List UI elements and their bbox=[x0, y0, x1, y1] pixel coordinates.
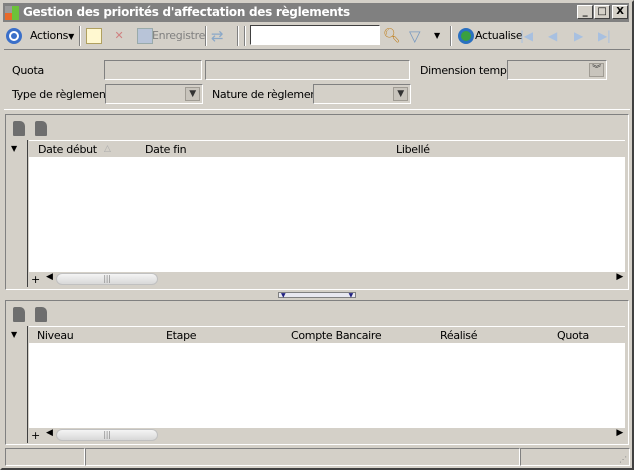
chevron-down-icon[interactable]: ▼ bbox=[185, 87, 200, 101]
splitter-handle[interactable]: ▼ ▼ bbox=[278, 292, 356, 299]
column-header-compte-bancaire[interactable]: Compte Bancaire bbox=[291, 327, 382, 344]
dimension-temps-select[interactable]: ︾ bbox=[507, 60, 607, 80]
sort-ascending-icon: △ bbox=[104, 144, 111, 154]
toolbar-separator bbox=[79, 26, 81, 46]
type-reglement-label: Type de règlement bbox=[12, 88, 110, 101]
first-record-icon[interactable]: |◀ bbox=[520, 28, 536, 44]
delete-row-icon[interactable] bbox=[35, 121, 47, 136]
sync-icon[interactable]: ⇄ bbox=[211, 28, 227, 44]
add-row-button[interactable]: + bbox=[31, 273, 40, 286]
save-icon[interactable] bbox=[137, 28, 153, 44]
maximize-button[interactable]: □ bbox=[594, 5, 610, 19]
delete-icon[interactable]: ✕ bbox=[111, 28, 127, 44]
column-header-date-debut[interactable]: Date début bbox=[38, 141, 97, 158]
actions-icon bbox=[6, 28, 22, 44]
actions-label: Actions bbox=[30, 29, 69, 42]
dates-grid-header: Date début △ Date fin Libellé bbox=[29, 140, 625, 157]
scroll-left-icon[interactable]: ◀ bbox=[46, 428, 53, 438]
column-header-niveau[interactable]: Niveau bbox=[37, 327, 74, 344]
new-icon[interactable] bbox=[86, 28, 102, 44]
search-input[interactable] bbox=[250, 25, 380, 45]
refresh-button[interactable]: Actualise bbox=[475, 24, 523, 48]
horizontal-scrollbar[interactable]: ◀ ||| ▶ bbox=[44, 428, 625, 443]
actions-menu-button[interactable]: Actions▼ bbox=[30, 24, 74, 48]
row-selector-column bbox=[8, 140, 28, 287]
toolbar-separator bbox=[237, 26, 239, 46]
scrollbar-thumb[interactable]: ||| bbox=[56, 273, 158, 285]
dates-grid-body[interactable] bbox=[29, 157, 625, 272]
column-header-realise[interactable]: Réalisé bbox=[440, 327, 477, 344]
edit-row-icon[interactable] bbox=[35, 307, 47, 322]
toolbar-separator bbox=[205, 26, 207, 46]
filter-icon[interactable]: ▽ bbox=[409, 28, 425, 44]
status-section-3 bbox=[520, 448, 630, 466]
collapse-down-icon: ▼ bbox=[348, 292, 354, 299]
column-chooser-icon[interactable]: ▼ bbox=[11, 326, 17, 343]
new-row-icon[interactable] bbox=[13, 121, 25, 136]
new-row-icon[interactable] bbox=[13, 307, 25, 322]
scroll-right-icon[interactable]: ▶ bbox=[616, 272, 623, 282]
chevron-down-icon[interactable]: ▼ bbox=[393, 87, 408, 101]
nature-reglement-select[interactable]: ▼ bbox=[313, 84, 411, 104]
levels-grid-body[interactable] bbox=[29, 343, 625, 428]
scroll-right-icon[interactable]: ▶ bbox=[616, 428, 623, 438]
levels-grid-header: Niveau Etape Compte Bancaire Réalisé Quo… bbox=[29, 326, 625, 343]
filter-dropdown-icon[interactable]: ▼ bbox=[434, 28, 450, 44]
toolbar-separator bbox=[450, 26, 452, 46]
add-row-button[interactable]: + bbox=[31, 429, 40, 442]
window-title: Gestion des priorités d'affectation des … bbox=[23, 5, 350, 19]
close-button[interactable]: X bbox=[612, 5, 628, 19]
horizontal-scrollbar[interactable]: ◀ ||| ▶ bbox=[44, 272, 625, 287]
last-record-icon[interactable]: ▶| bbox=[598, 28, 614, 44]
status-section-2 bbox=[85, 448, 520, 466]
column-header-etape[interactable]: Etape bbox=[166, 327, 197, 344]
next-record-icon[interactable]: ▶ bbox=[574, 28, 590, 44]
app-logo-icon bbox=[5, 6, 19, 20]
status-section-1 bbox=[5, 448, 85, 466]
column-header-quota[interactable]: Quota bbox=[557, 327, 589, 344]
quota-code-field[interactable] bbox=[104, 60, 202, 80]
double-chevron-down-icon[interactable]: ︾ bbox=[589, 63, 604, 77]
dropdown-arrow-icon: ▼ bbox=[68, 32, 74, 41]
nature-reglement-label: Nature de règlement bbox=[212, 88, 321, 101]
dimension-temps-label: Dimension temps bbox=[420, 64, 512, 77]
refresh-icon bbox=[458, 28, 474, 44]
quota-name-field[interactable] bbox=[205, 60, 410, 80]
column-chooser-icon[interactable]: ▼ bbox=[11, 140, 17, 157]
row-selector-column bbox=[8, 326, 28, 443]
quota-label: Quota bbox=[12, 64, 44, 77]
type-reglement-select[interactable]: ▼ bbox=[105, 84, 203, 104]
previous-record-icon[interactable]: ◀ bbox=[548, 28, 564, 44]
title-bar: Gestion des priorités d'affectation des … bbox=[3, 3, 629, 22]
search-icon[interactable]: 🔍︎ bbox=[383, 28, 401, 44]
resize-grip-icon[interactable]: ⋰ bbox=[619, 455, 627, 464]
save-button[interactable]: Enregistre bbox=[152, 24, 205, 48]
column-header-date-fin[interactable]: Date fin bbox=[145, 141, 187, 158]
minimize-button[interactable]: _ bbox=[577, 5, 593, 19]
toolbar-separator bbox=[244, 26, 246, 46]
scrollbar-thumb[interactable]: ||| bbox=[56, 429, 158, 441]
scroll-left-icon[interactable]: ◀ bbox=[46, 272, 53, 282]
column-header-libelle[interactable]: Libellé bbox=[396, 141, 430, 158]
collapse-down-icon: ▼ bbox=[281, 292, 286, 299]
